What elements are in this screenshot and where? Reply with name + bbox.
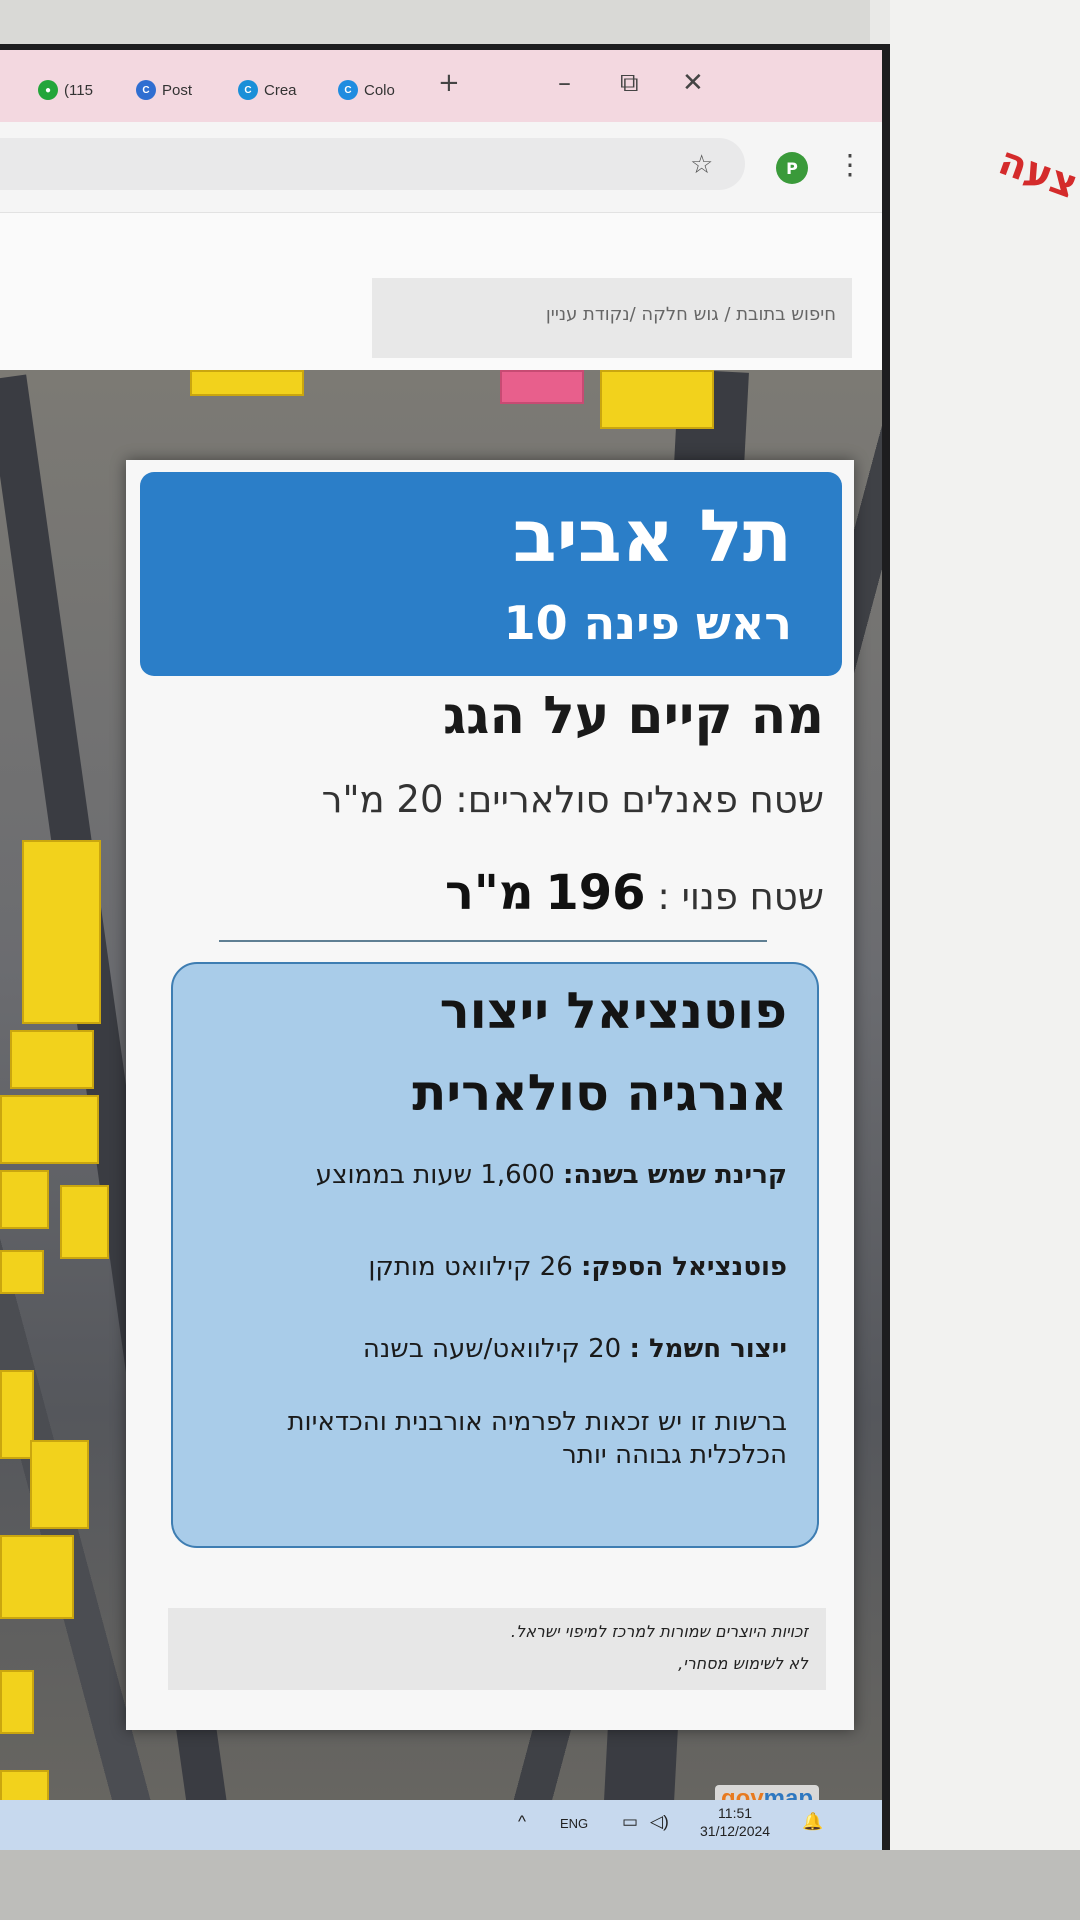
canva-icon: C [238,80,258,100]
tab-create[interactable]: C Crea [238,72,297,108]
urban-premium-note: ברשות זו יש זכאות לפרמיה אורבנית והכדאיו… [287,1407,787,1470]
notification-bell-icon[interactable]: 🔔 [802,1812,823,1832]
production-value: 20 קילוואט/שעה בשנה [362,1334,622,1364]
street-address: ראש פינה 10 [503,596,792,650]
map-roof [22,840,101,1024]
sun-hours: קרינת שמש בשנה: 1,600 שעות בממוצע [316,1160,787,1190]
close-button[interactable]: ✕ [682,68,704,98]
free-area: שטח פנוי : 196 מ"ר [445,865,824,921]
tab-label: Post [162,81,193,99]
map-roof [0,1250,44,1294]
browser-toolbar: ☆ P ⋮ [0,122,882,212]
potential-title: פוטנציאל ייצור [439,982,787,1040]
color-icon: C [338,80,358,100]
tab-label: (115 [64,81,93,99]
map-roof [30,1440,89,1529]
free-area-value: 196 [545,865,646,921]
breadcrumb: חיפוש בתובת / גוש חלקה /נקודת עניין [545,304,836,325]
divider [219,940,767,942]
potential-subtitle: אנרגיה סולארית [412,1064,787,1122]
free-area-label: שטח פנוי : [657,875,824,918]
map-roof [10,1030,94,1089]
minimize-button[interactable]: – [558,68,571,98]
browser-menu-icon[interactable]: ⋮ [836,148,864,181]
supply-potential: פוטנציאל הספק: 26 קילוואט מותקן [368,1252,787,1282]
map-roof [0,1370,34,1459]
network-icon[interactable]: ▭ [622,1812,638,1832]
solar-potential-box: פוטנציאל ייצור אנרגיה סולארית קרינת שמש … [171,962,819,1548]
tab-label: Colo [364,81,395,99]
chevron-up-icon[interactable]: ^ [518,1812,526,1832]
electricity-production: ייצור חשמל : 20 קילוואט/שעה בשנה [363,1334,787,1364]
supply-potential-label: פוטנציאל הספק: [581,1252,787,1282]
free-area-unit: מ"ר [444,865,534,921]
monitor-stand-area [0,1850,1080,1920]
building-info-popup: תל אביב ראש פינה 10 מה קיים על הגג שטח פ… [126,460,854,1730]
tab-whatsapp[interactable]: ● (115 [38,72,93,108]
address-bar[interactable] [0,138,745,190]
address-header: תל אביב ראש פינה 10 [140,472,842,676]
non-commercial-text: לא לשימוש מסחרי, [678,1654,808,1673]
language-indicator[interactable]: ENG [560,1816,588,1831]
windows-taskbar: ^ ENG ▭ ◁) 11:51 31/12/2024 🔔 [0,1800,882,1850]
production-label: ייצור חשמל : [629,1334,788,1364]
copyright-text: זכויות היוצרים שמורות למרכז למיפוי ישראל… [510,1622,808,1641]
screen: ● (115 C Post C Crea C Colo + – ⧉ ✕ ☆ P … [0,50,882,1850]
map-roof [0,1095,99,1164]
whatsapp-icon: ● [38,80,58,100]
clock-date: 31/12/2024 [700,1823,771,1839]
clock-time: 11:51 [718,1805,753,1821]
tab-label: Crea [264,81,297,99]
bookmark-star-icon[interactable]: ☆ [690,150,713,180]
sun-hours-value: 1,600 שעות בממוצע [315,1160,555,1190]
copyright-footer: זכויות היוצרים שמורות למרכז למיפוי ישראל… [168,1608,826,1690]
system-clock[interactable]: 11:51 31/12/2024 [700,1804,770,1840]
restore-button[interactable]: ⧉ [620,68,639,99]
map-roof [0,1670,34,1734]
map-roof [190,370,304,396]
supply-potential-value: 26 קילוואט מותקן [368,1252,573,1282]
tab-color[interactable]: C Colo [338,72,395,108]
background-paper [890,0,1080,1850]
volume-icon[interactable]: ◁) [650,1812,669,1832]
search-breadcrumb-box[interactable]: חיפוש בתובת / גוש חלקה /נקודת עניין [372,278,852,358]
map-roof [60,1185,109,1259]
tab-strip: ● (115 C Post C Crea C Colo + – ⧉ ✕ [0,50,882,122]
city-title: תל אביב [512,494,792,578]
map-roof [600,370,714,429]
tab-post[interactable]: C Post [136,72,192,108]
post-icon: C [136,80,156,100]
map-roof [500,370,584,404]
sun-hours-label: קרינת שמש בשנה: [563,1160,787,1190]
map-roof [0,1170,49,1229]
profile-icon[interactable]: P [776,152,808,184]
solar-panel-area: שטח פאנלים סולאריים: 20 מ"ר [321,778,824,821]
new-tab-button[interactable]: + [438,68,460,98]
map-roof [0,1535,74,1619]
roof-section-title: מה קיים על הגג [442,686,824,746]
